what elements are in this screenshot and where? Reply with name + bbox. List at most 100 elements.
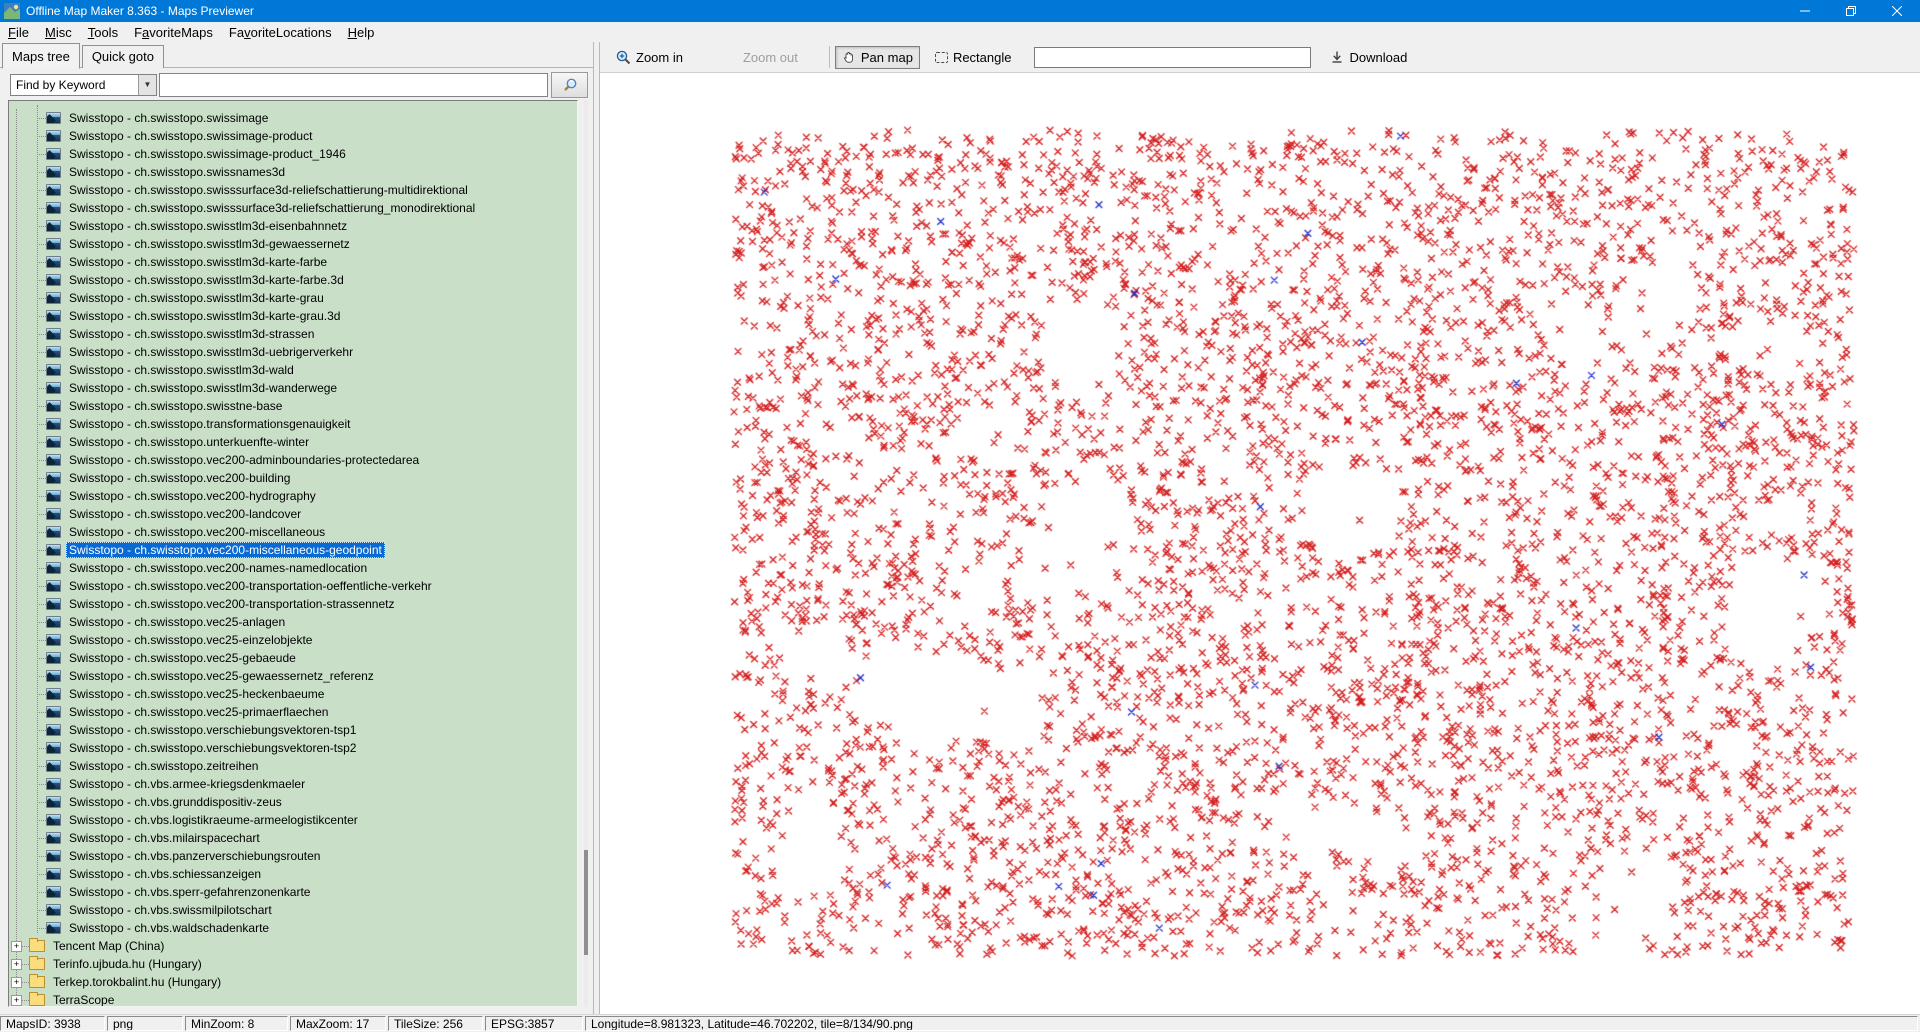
tree-item[interactable]: Swisstopo - ch.swisstopo.vec25-einzelobj… xyxy=(9,631,577,649)
tree-item[interactable]: Swisstopo - ch.swisstopo.swisstlm3d-wald xyxy=(9,361,577,379)
tree-item[interactable]: Swisstopo - ch.swisstopo.swisstlm3d-kart… xyxy=(9,253,577,271)
restore-button[interactable] xyxy=(1828,0,1874,22)
tree-item[interactable]: Swisstopo - ch.swisstopo.vec200-miscella… xyxy=(9,541,577,559)
tree-item[interactable]: Swisstopo - ch.vbs.panzerverschiebungsro… xyxy=(9,847,577,865)
download-button[interactable]: Download xyxy=(1323,46,1414,69)
menu-misc[interactable]: Misc xyxy=(37,22,80,42)
tree-item[interactable]: Swisstopo - ch.swisstopo.vec200-transpor… xyxy=(9,577,577,595)
tree-item[interactable]: Swisstopo - ch.vbs.logistikraeume-armeel… xyxy=(9,811,577,829)
tree-item-label: Swisstopo - ch.swisstopo.verschiebungsve… xyxy=(66,722,359,738)
tree-item[interactable]: Swisstopo - ch.swisstopo.swisstlm3d-gewa… xyxy=(9,235,577,253)
tree-item[interactable]: Swisstopo - ch.vbs.grunddispositiv-zeus xyxy=(9,793,577,811)
map-layer-icon xyxy=(46,724,61,736)
tree-item[interactable]: Swisstopo - ch.swisstopo.verschiebungsve… xyxy=(9,721,577,739)
tree-item[interactable]: Swisstopo - ch.swisstopo.swissimage-prod… xyxy=(9,145,577,163)
tree-connector xyxy=(37,838,46,839)
search-button[interactable] xyxy=(551,72,588,98)
tree-item[interactable]: Swisstopo - ch.swisstopo.swisstlm3d-kart… xyxy=(9,289,577,307)
tree-item[interactable]: Swisstopo - ch.swisstopo.vec200-transpor… xyxy=(9,595,577,613)
map-layer-icon xyxy=(46,310,61,322)
tree-item[interactable]: Swisstopo - ch.swisstopo.swisstlm3d-eise… xyxy=(9,217,577,235)
expand-icon[interactable]: + xyxy=(11,959,22,970)
tree-item[interactable]: Swisstopo - ch.swisstopo.vec200-miscella… xyxy=(9,523,577,541)
tree-folder[interactable]: +TerraScope xyxy=(9,991,577,1007)
tree-folder[interactable]: +Terkep.torokbalint.hu (Hungary) xyxy=(9,973,577,991)
tree-item[interactable]: Swisstopo - ch.swisstopo.swisssurface3d-… xyxy=(9,181,577,199)
tree-item[interactable]: Swisstopo - ch.vbs.milairspacechart xyxy=(9,829,577,847)
tree-item[interactable]: Swisstopo - ch.swisstopo.vec200-landcove… xyxy=(9,505,577,523)
tree-item[interactable]: Swisstopo - ch.swisstopo.vec25-anlagen xyxy=(9,613,577,631)
zoom-out-button[interactable]: Zoom out xyxy=(736,46,805,69)
menu-favoritelocations[interactable]: FavoriteLocations xyxy=(221,22,340,42)
menu-file[interactable]: File xyxy=(0,22,37,42)
toolbar-separator xyxy=(829,46,830,68)
tree-item-label: Swisstopo - ch.swisstopo.vec25-gewaesser… xyxy=(66,668,377,684)
tree-item[interactable]: Swisstopo - ch.swisstopo.swissimage-prod… xyxy=(9,127,577,145)
menu-help[interactable]: Help xyxy=(340,22,383,42)
pan-map-button[interactable]: Pan map xyxy=(835,46,920,69)
toolbar-input[interactable] xyxy=(1034,47,1311,68)
tree-item[interactable]: Swisstopo - ch.swisstopo.vec25-gewaesser… xyxy=(9,667,577,685)
preview-panel: Zoom in Zoom out Pan map Rectangle xyxy=(600,42,1920,1014)
tree-item-label: Swisstopo - ch.swisstopo.swissnames3d xyxy=(66,164,288,180)
tree-connector xyxy=(37,460,46,461)
tree-item[interactable]: Swisstopo - ch.swisstopo.verschiebungsve… xyxy=(9,739,577,757)
tree-item[interactable]: Swisstopo - ch.swisstopo.zeitreihen xyxy=(9,757,577,775)
map-preview-canvas[interactable] xyxy=(600,73,1920,1014)
minimize-button[interactable] xyxy=(1782,0,1828,22)
tree-item[interactable]: Swisstopo - ch.swisstopo.vec200-hydrogra… xyxy=(9,487,577,505)
tree-item[interactable]: Swisstopo - ch.swisstopo.swissnames3d xyxy=(9,163,577,181)
tree-item[interactable]: Swisstopo - ch.vbs.swissmilpilotschart xyxy=(9,901,577,919)
tab-quick-goto[interactable]: Quick goto xyxy=(82,45,164,68)
tree-item[interactable]: Swisstopo - ch.swisstopo.unterkuenfte-wi… xyxy=(9,433,577,451)
tree-item[interactable]: Swisstopo - ch.swisstopo.swisstlm3d-kart… xyxy=(9,271,577,289)
chevron-down-icon[interactable]: ▼ xyxy=(138,75,156,95)
tree-item[interactable]: Swisstopo - ch.swisstopo.vec200-building xyxy=(9,469,577,487)
tree-scrollbar-thumb[interactable] xyxy=(584,850,588,955)
tree-item[interactable]: Swisstopo - ch.swisstopo.vec200-adminbou… xyxy=(9,451,577,469)
tree-item[interactable]: Swisstopo - ch.vbs.waldschadenkarte xyxy=(9,919,577,937)
tree-folder[interactable]: +Tencent Map (China) xyxy=(9,937,577,955)
tree-connector xyxy=(37,730,46,731)
tree-item[interactable]: Swisstopo - ch.swisstopo.swisstlm3d-uebr… xyxy=(9,343,577,361)
map-layer-icon xyxy=(46,328,61,340)
tree-item[interactable]: Swisstopo - ch.swisstopo.swissimage xyxy=(9,109,577,127)
panel-splitter[interactable] xyxy=(593,42,600,1014)
tree-item[interactable]: Swisstopo - ch.swisstopo.vec25-primaerfl… xyxy=(9,703,577,721)
find-mode-select[interactable]: Find by Keyword ▼ xyxy=(10,74,157,96)
tab-maps-tree[interactable]: Maps tree xyxy=(2,43,80,69)
tree-item[interactable]: Swisstopo - ch.swisstopo.swisstne-base xyxy=(9,397,577,415)
tree-item-label: Swisstopo - ch.swisstopo.unterkuenfte-wi… xyxy=(66,434,312,450)
expand-icon[interactable]: + xyxy=(11,941,22,952)
search-input[interactable] xyxy=(159,73,548,97)
menu-favoritemaps[interactable]: FavoriteMaps xyxy=(126,22,221,42)
tree-item[interactable]: Swisstopo - ch.swisstopo.swisstlm3d-kart… xyxy=(9,307,577,325)
zoom-in-button[interactable]: Zoom in xyxy=(609,46,690,69)
title-bar: Offline Map Maker 8.363 - Maps Previewer xyxy=(0,0,1920,22)
expand-icon[interactable]: + xyxy=(11,995,22,1006)
close-button[interactable] xyxy=(1874,0,1920,22)
tree-item[interactable]: Swisstopo - ch.swisstopo.transformations… xyxy=(9,415,577,433)
tree-item-label: Swisstopo - ch.swisstopo.vec25-gebaeude xyxy=(66,650,299,666)
tree-item[interactable]: Swisstopo - ch.swisstopo.swisssurface3d-… xyxy=(9,199,577,217)
tree-item[interactable]: Swisstopo - ch.swisstopo.swisstlm3d-stra… xyxy=(9,325,577,343)
tree-folder[interactable]: +Terinfo.ujbuda.hu (Hungary) xyxy=(9,955,577,973)
tree-item-label: Swisstopo - ch.swisstopo.vec25-heckenbae… xyxy=(66,686,327,702)
tree-item[interactable]: Swisstopo - ch.swisstopo.swisstlm3d-wand… xyxy=(9,379,577,397)
tree-connector xyxy=(37,640,46,641)
tree-item[interactable]: Swisstopo - ch.swisstopo.vec25-gebaeude xyxy=(9,649,577,667)
tree-item[interactable]: Swisstopo - ch.vbs.schiessanzeigen xyxy=(9,865,577,883)
menu-tools[interactable]: Tools xyxy=(80,22,126,42)
rectangle-button[interactable]: Rectangle xyxy=(928,46,1019,69)
tree-item[interactable]: Swisstopo - ch.swisstopo.vec200-names-na… xyxy=(9,559,577,577)
expand-icon[interactable]: + xyxy=(11,977,22,988)
tree-item[interactable]: Swisstopo - ch.swisstopo.vec25-heckenbae… xyxy=(9,685,577,703)
tree-item[interactable]: Swisstopo - ch.vbs.sperr-gefahrenzonenka… xyxy=(9,883,577,901)
search-row: Find by Keyword ▼ xyxy=(10,72,583,98)
main-area: Maps treeQuick goto Find by Keyword ▼ Sw… xyxy=(0,42,1920,1014)
tree-scrollbar[interactable] xyxy=(584,100,588,1007)
tree-item-label: Swisstopo - ch.swisstopo.verschiebungsve… xyxy=(66,740,359,756)
tree-item[interactable]: Swisstopo - ch.vbs.armee-kriegsdenkmaele… xyxy=(9,775,577,793)
map-layer-icon xyxy=(46,832,61,844)
tree-connector xyxy=(37,136,46,137)
